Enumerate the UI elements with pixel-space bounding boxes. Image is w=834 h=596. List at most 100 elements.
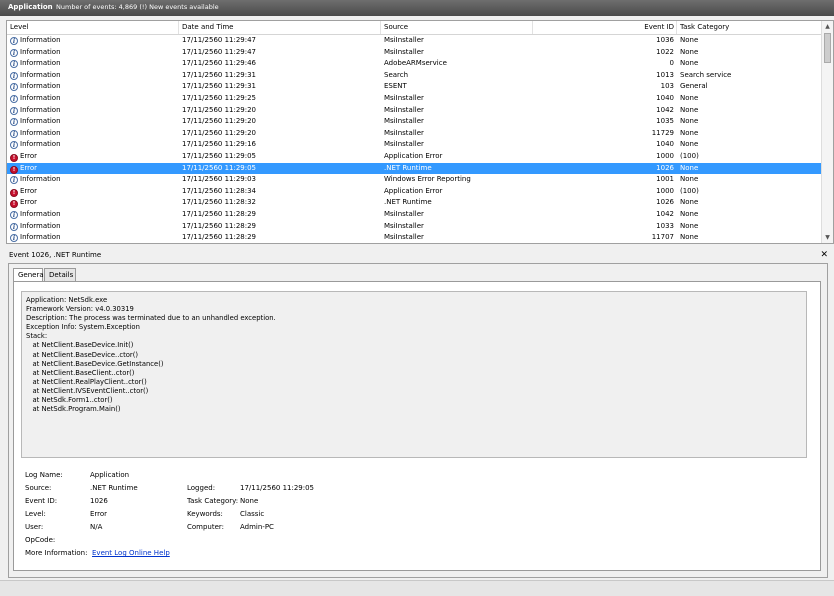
event-row[interactable]: i Information 17/11/2560 11:29:46 AdobeARMs… (7, 58, 823, 70)
scroll-thumb[interactable] (824, 33, 831, 63)
event-row[interactable]: i Information 17/11/2560 11:29:47 MsiInstal… (7, 47, 823, 59)
information-icon: i (10, 118, 18, 127)
event-category: None (680, 233, 699, 242)
event-source: Search (384, 70, 409, 79)
column-header-task-category[interactable]: Task Category (677, 21, 823, 34)
event-level-text: Information (20, 221, 61, 230)
event-row[interactable]: i Information 17/11/2560 11:29:31 Search 101… (7, 70, 823, 82)
column-header-event-id[interactable]: Event ID (533, 21, 677, 34)
event-row[interactable]: i Information 17/11/2560 11:29:20 MsiInstal… (7, 105, 823, 117)
column-header-date[interactable]: Date and Time (179, 21, 381, 34)
keywords-value: Classic (240, 510, 265, 518)
event-level-text: Error (20, 186, 38, 195)
task-category-value: None (240, 497, 259, 505)
event-row[interactable]: i Information 17/11/2560 11:29:16 MsiInstal… (7, 139, 823, 151)
detail-pane: General Details Application: NetSdk.exe F… (8, 263, 828, 578)
event-level: i Information (10, 221, 178, 233)
event-date: 17/11/2560 11:29:46 (182, 59, 257, 68)
event-log-help-link[interactable]: Event Log Online Help (92, 547, 170, 559)
event-source: Application Error (384, 152, 443, 160)
event-row[interactable]: i Information 17/11/2560 11:28:29 MsiInstal… (7, 232, 823, 244)
event-date: 17/11/2560 11:28:29 (182, 221, 257, 230)
event-row[interactable]: i Information 17/11/2560 11:29:25 MsiInstal… (7, 93, 823, 105)
event-grid[interactable]: Level Date and Time Source Event ID Task… (6, 20, 834, 244)
event-category: None (680, 198, 699, 207)
opcode-label: OpCode: (25, 536, 56, 544)
event-category: General (680, 82, 708, 91)
information-icon: i (10, 176, 18, 185)
scroll-down-icon[interactable]: ▼ (823, 233, 832, 242)
event-row[interactable]: ! Error 17/11/2560 11:28:34 Application Err… (7, 186, 823, 198)
event-row[interactable]: i Information 17/11/2560 11:29:20 MsiInstal… (7, 128, 823, 140)
computer-label: Computer: (187, 523, 225, 531)
event-date: 17/11/2560 11:29:47 (182, 36, 257, 44)
event-level: i Information (10, 105, 178, 117)
event-source: .NET Runtime (384, 163, 432, 172)
event-row[interactable]: i Information 17/11/2560 11:29:47 MsiInstal… (7, 35, 823, 47)
column-header-source[interactable]: Source (381, 21, 533, 34)
tab-general[interactable]: General (13, 268, 46, 282)
event-id: 1042 (656, 105, 674, 114)
event-source: AdobeARMservice (384, 59, 447, 68)
event-row[interactable]: i Information 17/11/2560 11:28:29 MsiInstal… (7, 209, 823, 221)
event-date: 17/11/2560 11:29:31 (182, 82, 257, 91)
event-category: None (680, 117, 699, 126)
grid-header: Level Date and Time Source Event ID Task… (7, 21, 823, 35)
event-source: MsiInstaller (384, 94, 424, 102)
status-bar (0, 580, 834, 596)
event-id: 1001 (656, 175, 674, 184)
event-id: 11729 (651, 128, 674, 137)
error-icon: ! (10, 200, 18, 209)
event-level: i Information (10, 47, 178, 59)
event-id: 1000 (656, 152, 674, 160)
event-category: Search service (680, 70, 732, 79)
scroll-up-icon[interactable]: ▲ (823, 22, 832, 31)
event-level-text: Information (20, 175, 61, 184)
information-icon: i (10, 234, 18, 243)
event-row[interactable]: i Information 17/11/2560 11:28:29 MsiInstal… (7, 221, 823, 233)
event-category: None (680, 221, 699, 230)
event-date: 17/11/2560 11:29:03 (182, 175, 257, 184)
event-row[interactable]: ! Error 17/11/2560 11:28:32 .NET Runtime 102… (7, 197, 823, 209)
close-icon[interactable]: ✕ (820, 249, 828, 261)
event-row[interactable]: ! Error 17/11/2560 11:29:05 Application Err… (7, 151, 823, 163)
event-source: .NET Runtime (384, 198, 432, 207)
event-level-text: Information (20, 105, 61, 114)
description-line: at NetClient.RealPlayClient..ctor() (26, 377, 147, 386)
event-row[interactable]: i Information 17/11/2560 11:29:03 Windows E… (7, 174, 823, 186)
event-row[interactable]: i Information 17/11/2560 11:29:31 ESENT 103 G… (7, 81, 823, 93)
event-description[interactable]: Application: NetSdk.exe Framework Version… (21, 291, 807, 458)
tab-details[interactable]: Details (44, 268, 76, 281)
event-id: 1033 (656, 221, 674, 230)
event-level-text: Information (20, 210, 61, 218)
event-source: MsiInstaller (384, 210, 424, 218)
log-name-value: Application (90, 471, 130, 479)
description-line: at NetClient.BaseClient..ctor() (26, 368, 135, 377)
logged-value: 17/11/2560 11:29:05 (240, 484, 315, 492)
event-source: ESENT (384, 82, 407, 91)
event-source: MsiInstaller (384, 117, 424, 126)
event-level: i Information (10, 174, 178, 186)
event-rows: i Information 17/11/2560 11:29:47 MsiInstal… (7, 35, 823, 244)
event-level: i Information (10, 139, 178, 151)
event-level: i Information (10, 81, 178, 93)
event-level-text: Information (20, 59, 61, 68)
level-value: Error (90, 510, 108, 518)
description-line: Description: The process was terminated … (26, 314, 276, 323)
event-level: i Information (10, 116, 178, 128)
event-source: MsiInstaller (384, 128, 424, 137)
event-category: None (680, 47, 699, 56)
event-level: i Information (10, 70, 178, 82)
user-label: User: (25, 523, 44, 531)
event-id: 1026 (656, 198, 674, 207)
event-row[interactable]: i Information 17/11/2560 11:29:20 MsiInstal… (7, 116, 823, 128)
event-row[interactable]: ! Error 17/11/2560 11:29:05 .NET Runtime 102… (7, 162, 823, 175)
information-icon: i (10, 37, 18, 45)
column-header-level[interactable]: Level (7, 21, 179, 34)
event-id: 1035 (656, 117, 674, 126)
event-level: ! Error (10, 163, 178, 175)
event-level-text: Information (20, 117, 61, 126)
grid-scrollbar[interactable]: ▲ ▼ (821, 21, 833, 243)
description-line: Stack: (26, 332, 48, 341)
event-level-text: Information (20, 140, 61, 149)
